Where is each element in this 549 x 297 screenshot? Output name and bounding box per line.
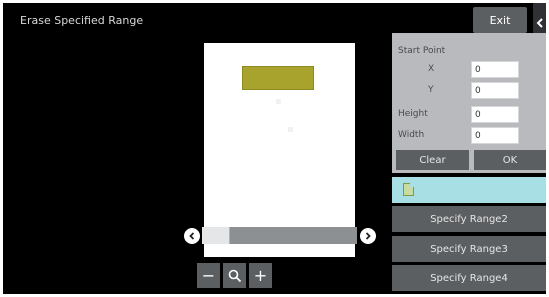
width-label: Width [398, 130, 425, 140]
ok-button[interactable]: OK [474, 150, 546, 170]
scroll-left-button[interactable] [184, 228, 200, 244]
height-label: Height [398, 109, 428, 119]
clear-button[interactable]: Clear [396, 150, 469, 170]
x-field[interactable] [471, 61, 519, 78]
zoom-in-button[interactable]: + [249, 263, 272, 288]
specify-range3-button[interactable]: Specify Range3 [392, 236, 546, 262]
specify-range4-button[interactable]: Specify Range4 [392, 265, 546, 291]
start-point-label: Start Point [398, 46, 446, 56]
specify-range2-button[interactable]: Specify Range2 [392, 206, 546, 232]
scrollbar-thumb[interactable] [202, 227, 230, 244]
erase-area-rectangle[interactable] [242, 66, 314, 90]
arrow-right-icon [365, 232, 371, 240]
preview-dot [288, 127, 293, 132]
y-label: Y [428, 85, 434, 95]
erase-range-screen: Erase Specified Range Exit − + Start Poi [3, 3, 546, 294]
zoom-out-button[interactable]: − [197, 263, 220, 288]
width-field[interactable] [471, 127, 519, 144]
y-field[interactable] [471, 82, 519, 99]
preview-dot [276, 99, 281, 104]
zoom-fit-button[interactable] [223, 263, 246, 288]
height-field[interactable] [471, 106, 519, 123]
horizontal-scrollbar[interactable] [202, 227, 357, 244]
screen-title: Erase Specified Range [20, 14, 144, 27]
x-label: X [428, 64, 435, 74]
arrow-left-icon [189, 232, 195, 240]
range-settings-panel: Start Point X Y Height Width Clear OK [392, 33, 546, 173]
exit-button[interactable]: Exit [473, 7, 527, 33]
chevron-left-icon [536, 18, 543, 28]
specify-range1-button[interactable] [392, 177, 546, 203]
page-preview[interactable] [204, 43, 355, 257]
magnifier-icon [228, 269, 241, 282]
document-icon [403, 183, 414, 196]
scroll-right-button[interactable] [360, 228, 376, 244]
